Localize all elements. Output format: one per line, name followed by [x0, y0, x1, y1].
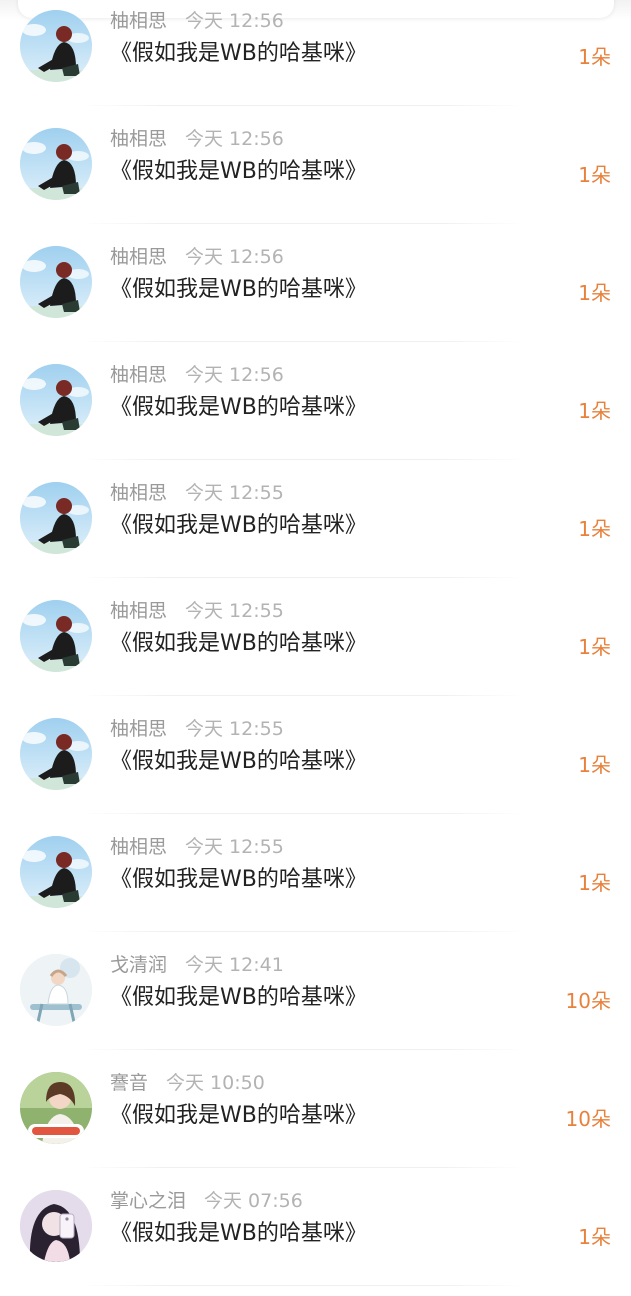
avatar[interactable] [20, 10, 92, 82]
flower-count: 1朵 [578, 281, 611, 305]
username[interactable]: 柚相思 [110, 600, 167, 622]
gift-title: 《假如我是WB的哈基咪》 [110, 1103, 367, 1128]
list-item[interactable]: 謇音 今天 10:50 《假如我是WB的哈基咪》 10朵 [0, 1060, 631, 1178]
avatar[interactable] [20, 836, 92, 908]
flower-count: 1朵 [578, 163, 611, 187]
row-divider [80, 459, 526, 460]
list-item[interactable]: 柚相思 今天 12:55 《假如我是WB的哈基咪》 1朵 [0, 470, 631, 588]
flower-count: 10朵 [565, 1107, 611, 1131]
list-item[interactable]: 柚相思 今天 12:56 《假如我是WB的哈基咪》 1朵 [0, 352, 631, 470]
row-divider [80, 813, 526, 814]
row-divider [80, 223, 526, 224]
timestamp: 今天 12:55 [185, 836, 284, 858]
gift-title: 《假如我是WB的哈基咪》 [110, 749, 367, 774]
row-divider [80, 695, 526, 696]
record-meta: 戈清润 今天 12:41 [110, 952, 284, 978]
avatar[interactable] [20, 364, 92, 436]
row-divider [80, 1285, 526, 1286]
list-item[interactable]: 柚相思 今天 12:56 《假如我是WB的哈基咪》 1朵 [0, 116, 631, 234]
timestamp: 今天 12:55 [185, 718, 284, 740]
flower-count: 1朵 [578, 399, 611, 423]
gift-title: 《假如我是WB的哈基咪》 [110, 395, 367, 420]
record-meta: 柚相思 今天 12:56 [110, 362, 284, 388]
record-meta: 掌心之泪 今天 07:56 [110, 1188, 303, 1214]
avatar[interactable] [20, 128, 92, 200]
record-meta: 謇音 今天 10:50 [110, 1070, 265, 1096]
avatar[interactable] [20, 246, 92, 318]
row-divider [80, 341, 526, 342]
row-divider [80, 1167, 526, 1168]
username[interactable]: 謇音 [110, 1072, 148, 1094]
username[interactable]: 掌心之泪 [110, 1190, 186, 1212]
list-item[interactable]: 柚相思 今天 12:55 《假如我是WB的哈基咪》 1朵 [0, 706, 631, 824]
record-meta: 柚相思 今天 12:55 [110, 480, 284, 506]
row-divider [80, 931, 526, 932]
flower-count: 1朵 [578, 635, 611, 659]
list-item[interactable]: 掌心之泪 今天 07:56 《假如我是WB的哈基咪》 1朵 [0, 1178, 631, 1296]
flower-count: 1朵 [578, 871, 611, 895]
timestamp: 今天 12:56 [185, 364, 284, 386]
list-item[interactable]: 戈清润 今天 12:41 《假如我是WB的哈基咪》 10朵 [0, 942, 631, 1060]
username[interactable]: 柚相思 [110, 718, 167, 740]
gift-title: 《假如我是WB的哈基咪》 [110, 159, 367, 184]
username[interactable]: 柚相思 [110, 128, 167, 150]
record-meta: 柚相思 今天 12:56 [110, 244, 284, 270]
timestamp: 今天 12:41 [185, 954, 284, 976]
row-divider [80, 577, 526, 578]
username[interactable]: 柚相思 [110, 364, 167, 386]
flower-count: 1朵 [578, 1225, 611, 1249]
list-item[interactable]: 柚相思 今天 12:56 《假如我是WB的哈基咪》 1朵 [0, 0, 631, 116]
row-divider [80, 1049, 526, 1050]
gift-title: 《假如我是WB的哈基咪》 [110, 867, 367, 892]
list-item[interactable]: 柚相思 今天 12:55 《假如我是WB的哈基咪》 1朵 [0, 824, 631, 942]
record-meta: 柚相思 今天 12:55 [110, 834, 284, 860]
gift-title: 《假如我是WB的哈基咪》 [110, 41, 367, 66]
timestamp: 今天 12:56 [185, 10, 284, 32]
record-meta: 柚相思 今天 12:55 [110, 598, 284, 624]
timestamp: 今天 12:56 [185, 128, 284, 150]
record-meta: 柚相思 今天 12:56 [110, 126, 284, 152]
flower-count: 1朵 [578, 517, 611, 541]
timestamp: 今天 10:50 [166, 1072, 265, 1094]
flower-count: 1朵 [578, 45, 611, 69]
gift-title: 《假如我是WB的哈基咪》 [110, 631, 367, 656]
record-meta: 柚相思 今天 12:56 [110, 8, 284, 34]
username[interactable]: 柚相思 [110, 482, 167, 504]
flower-count: 10朵 [565, 989, 611, 1013]
timestamp: 今天 12:55 [185, 600, 284, 622]
gift-title: 《假如我是WB的哈基咪》 [110, 985, 367, 1010]
list-item[interactable]: 柚相思 今天 12:55 《假如我是WB的哈基咪》 1朵 [0, 588, 631, 706]
timestamp: 今天 12:55 [185, 482, 284, 504]
avatar[interactable] [20, 600, 92, 672]
record-meta: 柚相思 今天 12:55 [110, 716, 284, 742]
username[interactable]: 柚相思 [110, 246, 167, 268]
avatar[interactable] [20, 482, 92, 554]
gift-title: 《假如我是WB的哈基咪》 [110, 1221, 367, 1246]
avatar[interactable] [20, 954, 92, 1026]
username[interactable]: 戈清润 [110, 954, 167, 976]
avatar[interactable] [20, 1190, 92, 1262]
row-divider [80, 105, 526, 106]
flower-count: 1朵 [578, 753, 611, 777]
avatar[interactable] [20, 718, 92, 790]
gift-title: 《假如我是WB的哈基咪》 [110, 513, 367, 538]
avatar[interactable] [20, 1072, 92, 1144]
username[interactable]: 柚相思 [110, 836, 167, 858]
timestamp: 今天 12:56 [185, 246, 284, 268]
gift-title: 《假如我是WB的哈基咪》 [110, 277, 367, 302]
username[interactable]: 柚相思 [110, 10, 167, 32]
timestamp: 今天 07:56 [204, 1190, 303, 1212]
list-item[interactable]: 柚相思 今天 12:56 《假如我是WB的哈基咪》 1朵 [0, 234, 631, 352]
